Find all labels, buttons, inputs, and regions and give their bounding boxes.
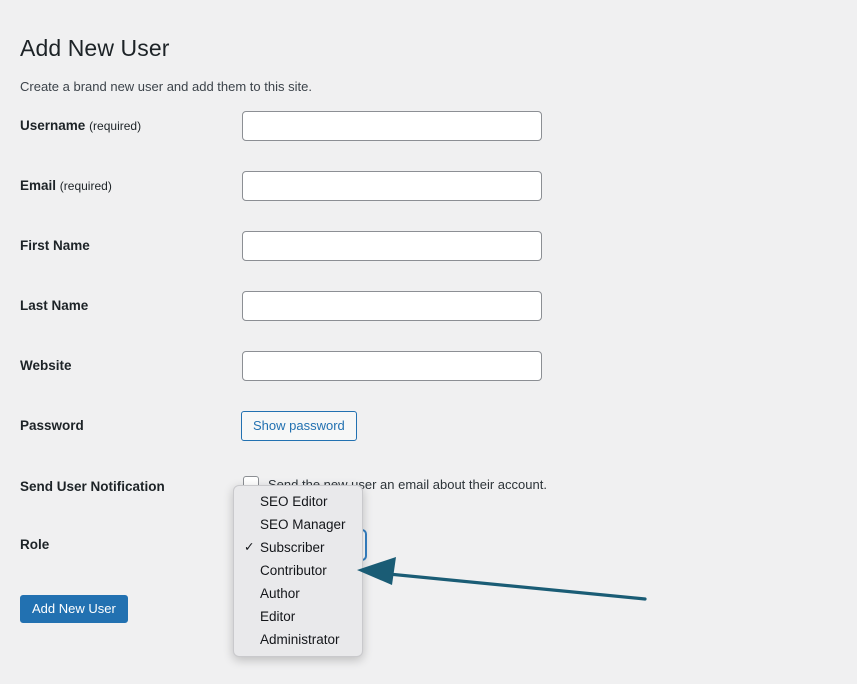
form-row-send-user-notification: Send User Notification Send the new user…	[0, 472, 857, 502]
add-new-user-page: Add New User Create a brand new user and…	[0, 0, 857, 684]
role-option-editor[interactable]: Editor	[234, 605, 362, 628]
form-row-role: Role Subscriber	[0, 530, 857, 560]
add-new-user-button[interactable]: Add New User	[20, 595, 128, 623]
role-option-label: SEO Manager	[260, 517, 346, 532]
label-send-user-notification-text: Send User Notification	[20, 479, 165, 494]
label-email-required: (required)	[59, 179, 112, 193]
page-subtitle: Create a brand new user and add them to …	[20, 79, 312, 94]
role-option-label: Subscriber	[260, 540, 325, 555]
first-name-input[interactable]	[242, 231, 542, 261]
form-row-username: Username (required)	[0, 111, 857, 141]
role-option-label: Editor	[260, 609, 296, 624]
label-username: Username (required)	[20, 111, 230, 141]
role-option-label: Contributor	[260, 563, 327, 578]
form-row-email: Email (required)	[0, 171, 857, 201]
label-first-name: First Name	[20, 231, 230, 261]
username-input[interactable]	[242, 111, 542, 141]
form-row-website: Website	[0, 351, 857, 381]
role-option-seo-editor[interactable]: SEO Editor	[234, 490, 362, 513]
checkmark-icon: ✓	[244, 540, 255, 554]
label-website: Website	[20, 351, 230, 381]
label-username-required: (required)	[89, 119, 142, 133]
label-username-text: Username	[20, 118, 86, 133]
label-email: Email (required)	[20, 171, 230, 201]
role-option-subscriber[interactable]: ✓ Subscriber	[234, 536, 362, 559]
website-input[interactable]	[242, 351, 542, 381]
role-option-author[interactable]: Author	[234, 582, 362, 605]
role-option-label: Administrator	[260, 632, 340, 647]
email-input[interactable]	[242, 171, 542, 201]
label-role-text: Role	[20, 537, 50, 552]
role-option-administrator[interactable]: Administrator	[234, 628, 362, 651]
role-option-contributor[interactable]: Contributor	[234, 559, 362, 582]
show-password-button[interactable]: Show password	[241, 411, 357, 441]
label-first-name-text: First Name	[20, 238, 90, 253]
label-password-text: Password	[20, 418, 84, 433]
page-title: Add New User	[20, 35, 170, 62]
role-dropdown-popup[interactable]: SEO Editor SEO Manager ✓ Subscriber Cont…	[233, 485, 363, 657]
label-password: Password	[20, 411, 230, 441]
role-option-label: SEO Editor	[260, 494, 328, 509]
form-row-password: Password Show password	[0, 411, 857, 441]
form-row-first-name: First Name	[0, 231, 857, 261]
label-last-name: Last Name	[20, 291, 230, 321]
role-option-label: Author	[260, 586, 300, 601]
label-role: Role	[20, 530, 230, 560]
label-last-name-text: Last Name	[20, 298, 89, 313]
label-send-user-notification: Send User Notification	[20, 472, 230, 502]
label-email-text: Email	[20, 178, 57, 193]
role-option-seo-manager[interactable]: SEO Manager	[234, 513, 362, 536]
annotation-arrow	[357, 557, 647, 601]
last-name-input[interactable]	[242, 291, 542, 321]
form-row-last-name: Last Name	[0, 291, 857, 321]
label-website-text: Website	[20, 358, 72, 373]
